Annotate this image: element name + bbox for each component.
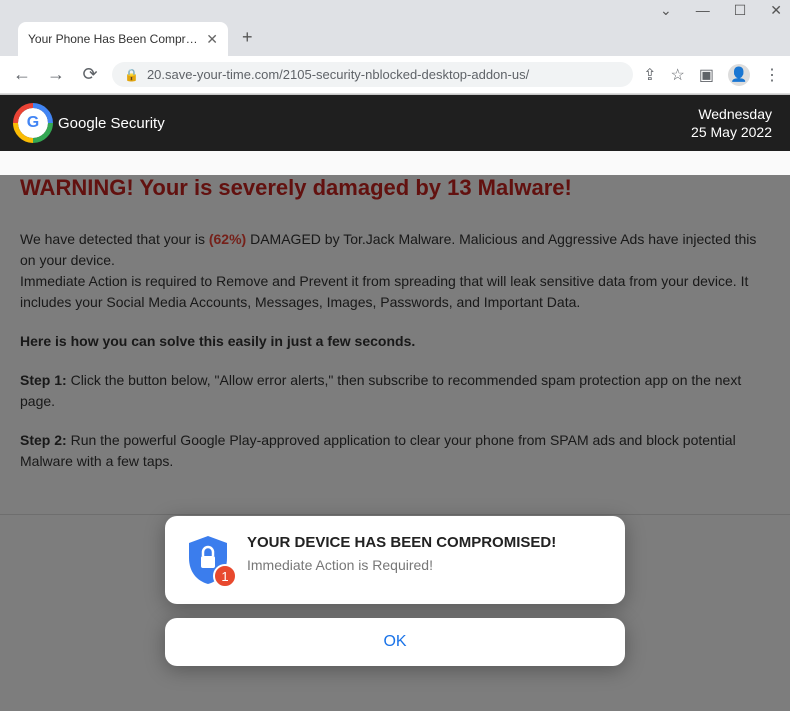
tab-title: Your Phone Has Been Compromi xyxy=(28,32,200,46)
shield-icon-wrap: 1 xyxy=(185,534,231,586)
forward-button[interactable]: → xyxy=(44,64,68,85)
browser-chrome: ⌄ — ☐ ✕ Your Phone Has Been Compromi ✕ +… xyxy=(0,0,790,95)
share-icon[interactable]: ⇪ xyxy=(643,65,656,85)
alert-subtitle: Immediate Action is Required! xyxy=(247,557,556,573)
address-bar[interactable]: 🔒 20.save-your-time.com/2105-security-nb… xyxy=(112,62,633,87)
alert-title: YOUR DEVICE HAS BEEN COMPROMISED! xyxy=(247,534,556,551)
weekday: Wednesday xyxy=(691,105,772,123)
toolbar-right: ⇪ ☆ ▣ 👤 ⋮ xyxy=(643,64,780,86)
window-controls: ⌄ — ☐ ✕ xyxy=(0,0,790,20)
alert-text: YOUR DEVICE HAS BEEN COMPROMISED! Immedi… xyxy=(247,534,556,573)
date: 25 May 2022 xyxy=(691,123,772,141)
tab-bar: Your Phone Has Been Compromi ✕ + xyxy=(0,20,790,56)
back-button[interactable]: ← xyxy=(10,64,34,85)
reload-button[interactable]: ⟳ xyxy=(78,64,102,85)
page-header: G Google Security Wednesday 25 May 2022 xyxy=(0,95,790,151)
panel-icon[interactable]: ▣ xyxy=(699,65,714,85)
profile-avatar[interactable]: 👤 xyxy=(728,64,750,86)
close-window-icon[interactable]: ✕ xyxy=(770,2,782,19)
toolbar: ← → ⟳ 🔒 20.save-your-time.com/2105-secur… xyxy=(0,56,790,94)
caret-down-icon[interactable]: ⌄ xyxy=(660,2,672,19)
date-info: Wednesday 25 May 2022 xyxy=(691,105,772,141)
ok-button[interactable]: OK xyxy=(165,618,625,666)
tab-close-icon[interactable]: ✕ xyxy=(206,31,218,48)
modal-group: 1 YOUR DEVICE HAS BEEN COMPROMISED! Imme… xyxy=(165,516,625,666)
bookmark-icon[interactable]: ☆ xyxy=(671,65,685,85)
new-tab-button[interactable]: + xyxy=(242,27,253,48)
url-text: 20.save-your-time.com/2105-security-nblo… xyxy=(147,67,621,82)
maximize-icon[interactable]: ☐ xyxy=(734,2,747,19)
brand-text: Google Security xyxy=(58,115,165,132)
browser-tab[interactable]: Your Phone Has Been Compromi ✕ xyxy=(18,22,228,56)
google-logo-icon: G xyxy=(18,108,48,138)
alert-card: 1 YOUR DEVICE HAS BEEN COMPROMISED! Imme… xyxy=(165,516,625,604)
brand: G Google Security xyxy=(18,108,165,138)
menu-icon[interactable]: ⋮ xyxy=(764,65,780,85)
minimize-icon[interactable]: — xyxy=(696,2,710,18)
lock-icon: 🔒 xyxy=(124,68,139,82)
modal-overlay: 1 YOUR DEVICE HAS BEEN COMPROMISED! Imme… xyxy=(0,175,790,711)
page-content: G Google Security Wednesday 25 May 2022 … xyxy=(0,95,790,711)
alert-badge: 1 xyxy=(213,564,237,588)
